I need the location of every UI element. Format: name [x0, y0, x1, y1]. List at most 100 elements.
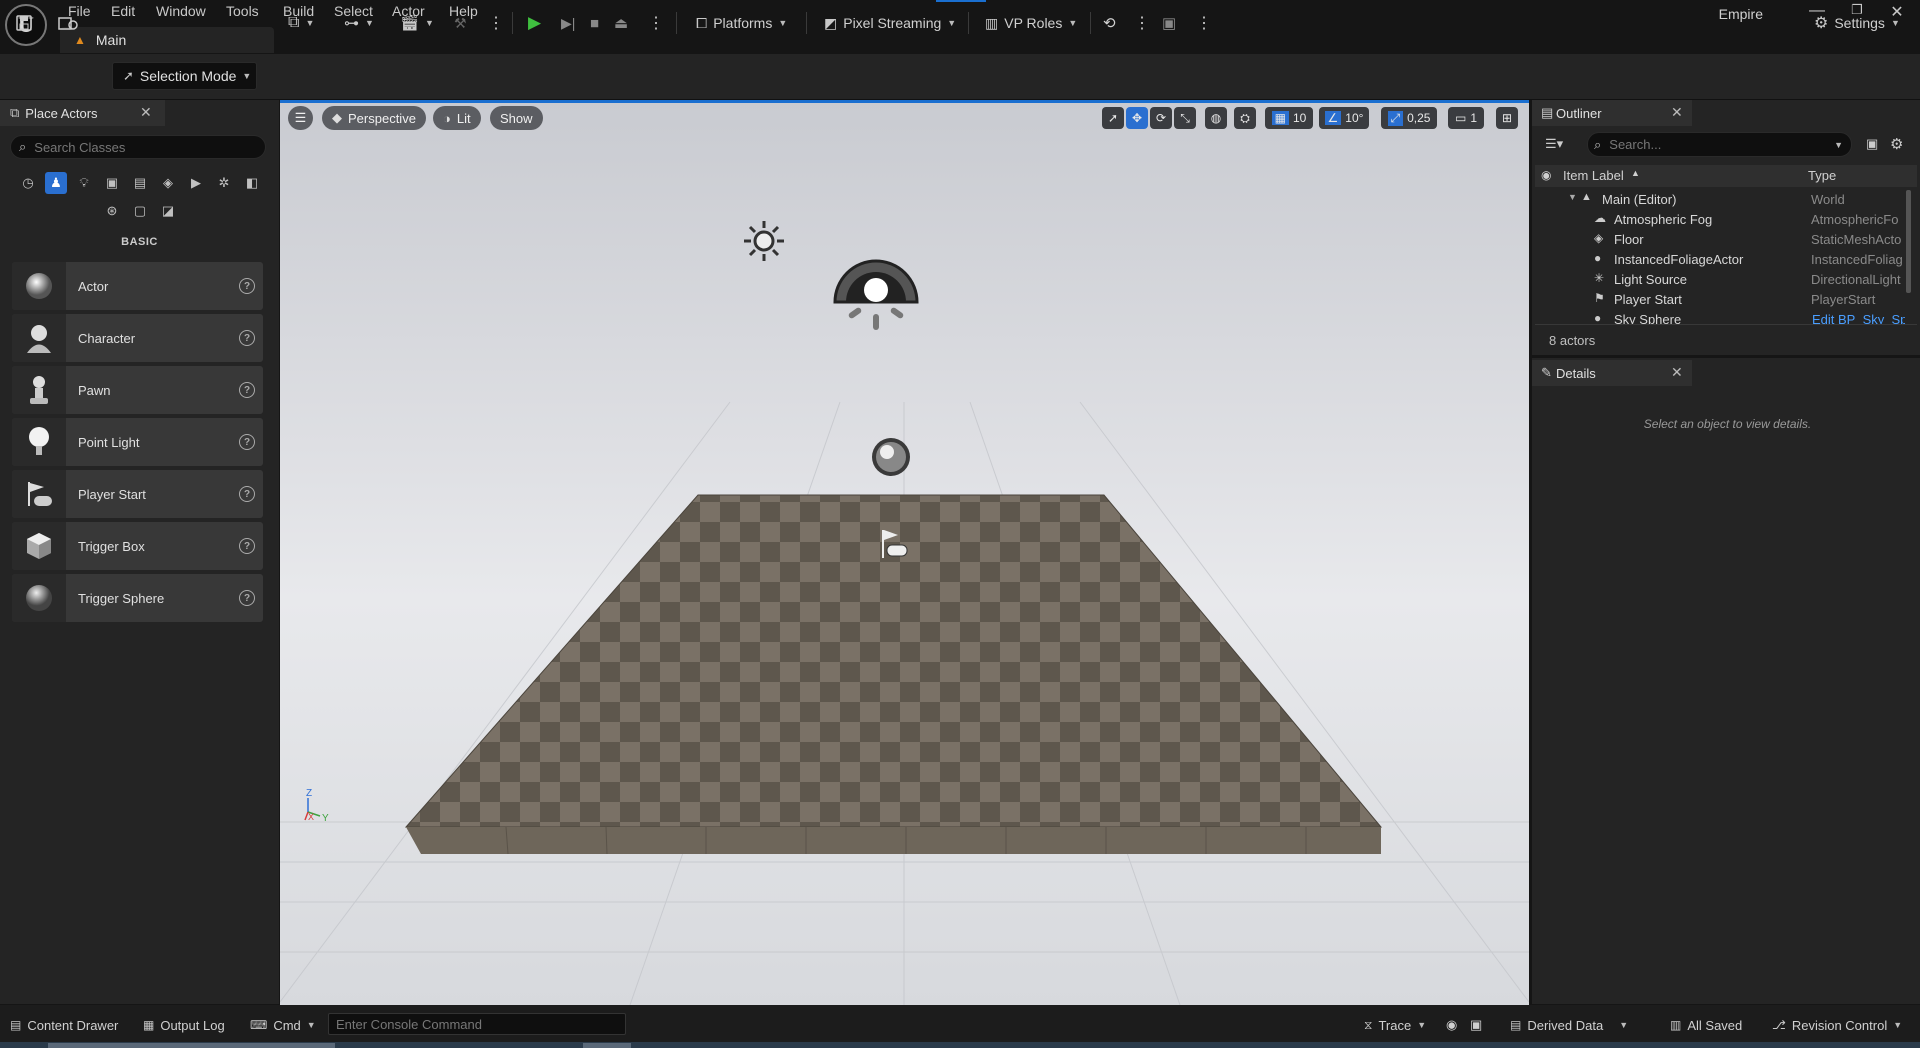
- cmd-dropdown[interactable]: ⌨ Cmd ▼: [250, 1016, 316, 1034]
- add-actor-button[interactable]: ⧉ ▼: [288, 8, 314, 38]
- visibility-eye-icon[interactable]: ◉: [1541, 168, 1551, 182]
- more-options-icon[interactable]: ⋮: [1196, 8, 1212, 38]
- view-mode-button[interactable]: ◑ Lit: [433, 106, 481, 130]
- add-folder-icon[interactable]: ▣: [1866, 136, 1878, 152]
- outliner-row[interactable]: ● InstancedFoliageActor InstancedFoliag: [1535, 250, 1905, 270]
- help-icon[interactable]: ?: [239, 486, 255, 502]
- scale-icon[interactable]: ⤡: [1174, 107, 1196, 129]
- world-space-icon[interactable]: ◍: [1205, 107, 1227, 129]
- actor-item-point-light[interactable]: Point Light ?: [12, 418, 263, 466]
- camera-speed-button[interactable]: ▭ 1: [1448, 107, 1484, 129]
- fx-icon[interactable]: ◪: [157, 200, 179, 222]
- output-log-button[interactable]: ▦ Output Log: [143, 1016, 225, 1034]
- show-button[interactable]: Show: [490, 106, 543, 130]
- save-icon[interactable]: [16, 8, 32, 38]
- play-options-icon[interactable]: ⋮: [648, 8, 664, 38]
- close-panel-icon[interactable]: ✕: [1671, 364, 1683, 381]
- record-icon[interactable]: ◉: [1446, 1016, 1457, 1034]
- volumes-icon[interactable]: ▶: [185, 172, 207, 194]
- cinematic-icon[interactable]: ▤: [129, 172, 151, 194]
- vp-roles-button[interactable]: ▥ VP Roles ▼: [985, 8, 1077, 38]
- details-tab[interactable]: Details: [1532, 360, 1692, 386]
- actor-item-actor[interactable]: Actor ?: [12, 262, 263, 310]
- outliner-tab[interactable]: Outliner: [1532, 100, 1692, 126]
- shapes-icon[interactable]: ▣: [101, 172, 123, 194]
- trace-button[interactable]: ⧖ Trace ▼: [1364, 1016, 1426, 1034]
- all-saved-button[interactable]: ▥ All Saved: [1670, 1016, 1742, 1034]
- outliner-row[interactable]: ⚑ Player Start PlayerStart: [1535, 290, 1905, 310]
- outliner-row[interactable]: ☁ Atmospheric Fog AtmosphericFo: [1535, 210, 1905, 230]
- help-icon[interactable]: ?: [239, 538, 255, 554]
- basic-icon[interactable]: ♟: [45, 172, 67, 194]
- landscape-icon[interactable]: ▢: [129, 200, 151, 222]
- blueprints-button[interactable]: ⊶ ▼: [344, 8, 374, 38]
- selection-mode-dropdown[interactable]: ➚ Selection Mode ▼: [112, 62, 257, 90]
- outliner-row[interactable]: ● Sky Sphere Edit BP_Sky_Sp: [1535, 310, 1905, 324]
- search-classes-input[interactable]: ⌕ Search Classes: [10, 135, 266, 159]
- live-coding-icon[interactable]: ⟲: [1103, 8, 1116, 38]
- step-icon[interactable]: ▶|: [561, 8, 575, 38]
- stop-icon[interactable]: ■: [590, 8, 599, 38]
- screenshot-icon[interactable]: ▣: [1470, 1016, 1482, 1034]
- all-classes-icon[interactable]: ✲: [213, 172, 235, 194]
- grid-snap-toggle[interactable]: ▦ 10: [1265, 107, 1313, 129]
- pixel-streaming-button[interactable]: ◩ Pixel Streaming ▼: [824, 8, 956, 38]
- platforms-button[interactable]: ⧠ Platforms ▼: [696, 8, 787, 38]
- actor-item-pawn[interactable]: Pawn ?: [12, 366, 263, 414]
- modeling-icon[interactable]: ⚒: [454, 8, 467, 38]
- help-icon[interactable]: ?: [239, 278, 255, 294]
- visual-effects-icon[interactable]: ◈: [157, 172, 179, 194]
- expand-arrow-icon[interactable]: ▼: [1568, 192, 1577, 202]
- recent-icon[interactable]: ◷: [17, 172, 39, 194]
- filter-icon[interactable]: ☰▾: [1545, 136, 1563, 152]
- outliner-scrollbar[interactable]: [1906, 190, 1911, 293]
- derived-data-button[interactable]: ▤ Derived Data ▼: [1510, 1016, 1628, 1034]
- lights-icon[interactable]: 💡︎: [73, 172, 95, 194]
- browse-icon[interactable]: [58, 8, 80, 38]
- surface-snap-icon[interactable]: ⛭: [1234, 107, 1256, 129]
- viewport-menu-icon[interactable]: ☰: [288, 106, 313, 130]
- actor-item-trigger-sphere[interactable]: Trigger Sphere ?: [12, 574, 263, 622]
- settings-button[interactable]: ⚙ Settings ▼: [1814, 8, 1900, 38]
- physics-icon[interactable]: ⊛: [101, 200, 123, 222]
- scale-snap-toggle[interactable]: ⤢ 0,25: [1381, 107, 1437, 129]
- help-icon[interactable]: ?: [239, 590, 255, 606]
- gear-icon[interactable]: ⚙: [1890, 135, 1903, 153]
- revision-control-button[interactable]: ⎇ Revision Control ▼: [1772, 1016, 1902, 1034]
- close-panel-icon[interactable]: ✕: [1671, 104, 1683, 121]
- outliner-row[interactable]: ✳ Light Source DirectionalLight: [1535, 270, 1905, 290]
- play-icon[interactable]: ▶: [528, 8, 541, 38]
- geometry-icon[interactable]: ◧: [241, 172, 263, 194]
- perspective-button[interactable]: ◆ Perspective: [322, 106, 426, 130]
- help-icon[interactable]: ?: [239, 382, 255, 398]
- actor-item-player-start[interactable]: Player Start ?: [12, 470, 263, 518]
- select-icon[interactable]: ➚: [1102, 107, 1124, 129]
- close-panel-icon[interactable]: ✕: [140, 104, 152, 121]
- help-icon[interactable]: ?: [239, 434, 255, 450]
- content-drawer-button[interactable]: ▤ Content Drawer: [10, 1016, 118, 1034]
- more-options-icon[interactable]: ⋮: [488, 8, 504, 38]
- more-options-icon[interactable]: ⋮: [1134, 8, 1150, 38]
- menu-edit[interactable]: Edit: [111, 3, 135, 21]
- menu-tools[interactable]: Tools: [226, 3, 259, 21]
- translate-icon[interactable]: ✥: [1126, 107, 1148, 129]
- rotation-snap-toggle[interactable]: ∠ 10°: [1319, 107, 1369, 129]
- help-icon[interactable]: ?: [239, 330, 255, 346]
- rotate-icon[interactable]: ⟳: [1150, 107, 1172, 129]
- console-command-input[interactable]: Enter Console Command: [328, 1013, 626, 1035]
- viewport-layout-icon[interactable]: ⊞: [1496, 107, 1518, 129]
- edit-blueprint-link[interactable]: Edit BP_Sky_Sp: [1812, 312, 1905, 324]
- level-viewport[interactable]: Z Y X: [280, 102, 1529, 1005]
- actor-item-trigger-box[interactable]: Trigger Box ?: [12, 522, 263, 570]
- level-tab[interactable]: ▲ Main: [60, 27, 274, 53]
- outliner-search-input[interactable]: ⌕ Search... ▼: [1587, 132, 1852, 157]
- external-tools-icon[interactable]: ▣: [1162, 8, 1176, 38]
- eject-icon[interactable]: ⏏: [614, 8, 628, 38]
- item-label-column[interactable]: Item Label: [1563, 168, 1624, 183]
- outliner-row[interactable]: ◈ Floor StaticMeshActo: [1535, 230, 1905, 250]
- panel-splitter[interactable]: [1532, 355, 1920, 358]
- actor-item-character[interactable]: Character ?: [12, 314, 263, 362]
- type-column[interactable]: Type: [1808, 168, 1836, 183]
- menu-window[interactable]: Window: [156, 3, 206, 21]
- outliner-row[interactable]: ▼ ▲ Main (Editor) World: [1535, 190, 1905, 210]
